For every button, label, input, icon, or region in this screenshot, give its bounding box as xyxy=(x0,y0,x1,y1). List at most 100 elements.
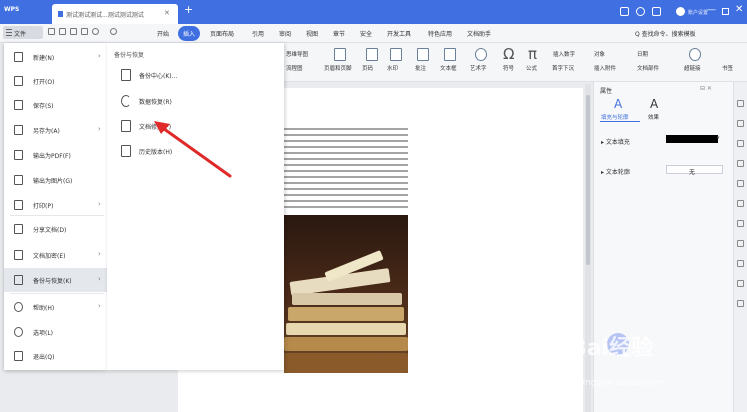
file-menu-item-backup-restore[interactable]: 备份与恢复(K) › xyxy=(4,268,107,292)
ribbon-toolbar xyxy=(283,43,747,82)
close-tab-icon[interactable]: ✕ xyxy=(164,9,170,17)
sidebar-icon[interactable] xyxy=(737,100,744,107)
print-preview-icon[interactable] xyxy=(59,28,66,35)
text-fill-color-swatch[interactable] xyxy=(666,135,718,143)
flowchart-button[interactable]: 流程图 xyxy=(286,64,303,72)
sidebar-icon[interactable] xyxy=(737,280,744,287)
tab-fill-outline[interactable]: 填充与轮廓 xyxy=(601,113,629,121)
save-icon xyxy=(14,100,23,110)
tab-effects[interactable]: 效果 xyxy=(648,113,659,121)
mindmap-button[interactable]: 思维导图 xyxy=(286,50,308,58)
page-number-button[interactable]: 页码 xyxy=(362,64,373,72)
page-number-icon xyxy=(366,48,378,61)
file-menu-button[interactable]: 文件 xyxy=(3,26,43,39)
export-icon[interactable] xyxy=(81,28,88,35)
close-window-button[interactable]: ✕ xyxy=(735,4,743,15)
tab-doc-assistant[interactable]: 文档助手 xyxy=(467,29,491,38)
sidebar-icon[interactable] xyxy=(737,260,744,267)
tab-security[interactable]: 安全 xyxy=(360,29,372,38)
document-text-block[interactable] xyxy=(284,128,408,212)
chevron-down-icon[interactable]: ▾ xyxy=(717,135,723,143)
comment-button[interactable]: 批注 xyxy=(415,64,426,72)
backup-icon xyxy=(14,275,23,285)
tab-chapter[interactable]: 章节 xyxy=(333,29,345,38)
layout-icon[interactable] xyxy=(620,7,629,16)
save-icon[interactable] xyxy=(48,28,55,35)
redo-icon[interactable] xyxy=(110,28,117,35)
sidebar-icon[interactable] xyxy=(737,300,744,307)
skin-icon[interactable] xyxy=(636,7,645,16)
hyperlink-button[interactable]: 超链接 xyxy=(684,64,701,72)
comment-icon xyxy=(417,48,429,61)
textbox-button[interactable]: 文本框 xyxy=(440,64,457,72)
tab-developer[interactable]: 开发工具 xyxy=(387,29,411,38)
object-button[interactable]: 对象 xyxy=(594,50,605,58)
effects-tab-icon[interactable]: A xyxy=(650,97,658,111)
bookmark-button[interactable]: 书签 xyxy=(722,64,733,72)
watermark-icon xyxy=(390,48,402,61)
file-menu-item-encrypt[interactable]: 文档加密(E) › xyxy=(4,243,107,267)
file-menu-item-export-pdf[interactable]: 输出为PDF(F) xyxy=(4,143,107,167)
wps-logo[interactable]: WPS xyxy=(4,6,19,13)
search-command-input[interactable]: Q 查找命令、搜索模板 xyxy=(635,29,696,38)
sidebar-icon[interactable] xyxy=(737,160,744,167)
submenu-item-backup-center[interactable]: 备份中心(K)... xyxy=(107,63,284,87)
fill-outline-tab-icon[interactable]: A xyxy=(614,97,622,111)
avatar[interactable] xyxy=(676,7,685,16)
new-doc-icon xyxy=(14,52,23,62)
submenu-item-data-recovery[interactable]: 数据恢复(R) xyxy=(107,89,284,113)
file-menu-item-new[interactable]: 新建(N) › xyxy=(4,45,107,69)
document-image[interactable] xyxy=(284,215,408,373)
tab-reference[interactable]: 引用 xyxy=(252,29,264,38)
tab-page-layout[interactable]: 页面布局 xyxy=(210,29,234,38)
file-menu-item-share[interactable]: 分享文档(D) xyxy=(4,217,107,241)
symbol-button[interactable]: 符号 xyxy=(503,64,514,72)
file-menu-item-help[interactable]: 帮助(H) › xyxy=(4,295,107,319)
pdf-icon xyxy=(14,150,23,160)
watermark-button[interactable]: 水印 xyxy=(387,64,398,72)
text-outline-label[interactable]: ▸ 文本轮廓 xyxy=(601,167,630,176)
file-menu-item-exit[interactable]: 退出(Q) xyxy=(4,344,107,368)
file-menu-item-print[interactable]: 打印(P) › xyxy=(4,193,107,217)
new-tab-button[interactable]: + xyxy=(184,3,193,16)
text-fill-label[interactable]: ▸ 文本填充 xyxy=(601,137,630,146)
user-name[interactable]: 账户设置 xyxy=(688,9,708,16)
sidebar-icon[interactable] xyxy=(737,200,744,207)
sidebar-icon[interactable] xyxy=(737,140,744,147)
header-footer-button[interactable]: 页眉和页脚 xyxy=(324,64,352,72)
print-icon[interactable] xyxy=(70,28,77,35)
settings-icon[interactable] xyxy=(652,7,661,16)
chevron-right-icon: › xyxy=(98,275,101,283)
sidebar-icon[interactable] xyxy=(737,120,744,127)
sidebar-icon[interactable] xyxy=(737,220,744,227)
tab-start[interactable]: 开始 xyxy=(157,29,169,38)
file-menu-item-save[interactable]: 保存(S) xyxy=(4,93,107,117)
tab-insert[interactable]: 插入 xyxy=(178,26,201,41)
insert-number-button[interactable]: 插入数字 xyxy=(553,50,575,58)
sidebar-icon[interactable] xyxy=(737,180,744,187)
minimize-button[interactable]: — xyxy=(707,5,716,15)
sidebar-icon[interactable] xyxy=(737,240,744,247)
formula-button[interactable]: 公式 xyxy=(526,64,537,72)
printer-icon xyxy=(14,200,23,210)
tab-review[interactable]: 审阅 xyxy=(279,29,291,38)
tab-view[interactable]: 视图 xyxy=(306,29,318,38)
document-tab[interactable]: 测试测试测试...测试测试测试 ✕ xyxy=(52,4,178,24)
image-icon xyxy=(14,175,23,185)
file-menu-item-export-image[interactable]: 输出为图片(G) xyxy=(4,168,107,192)
text-outline-select[interactable]: 无 xyxy=(666,165,723,176)
undo-icon[interactable] xyxy=(92,28,99,35)
file-menu-item-open[interactable]: 打开(O) xyxy=(4,69,107,93)
scrollbar-thumb[interactable] xyxy=(586,95,590,265)
history-version-icon xyxy=(121,145,131,157)
tab-features[interactable]: 特色应用 xyxy=(428,29,452,38)
date-button[interactable]: 日期 xyxy=(637,50,648,58)
maximize-button[interactable] xyxy=(722,8,729,15)
doc-parts-button[interactable]: 文档部件 xyxy=(637,64,659,72)
drop-cap-button[interactable]: 首字下沉 xyxy=(552,64,574,72)
insert-attachment-button[interactable]: 插入附件 xyxy=(594,64,616,72)
file-menu-item-options[interactable]: 选项(L) xyxy=(4,320,107,344)
wordart-button[interactable]: 艺术字 xyxy=(470,64,487,72)
panel-close-icon[interactable]: ⊟ ✕ xyxy=(700,85,712,92)
file-menu-item-save-as[interactable]: 另存为(A) › xyxy=(4,118,107,142)
